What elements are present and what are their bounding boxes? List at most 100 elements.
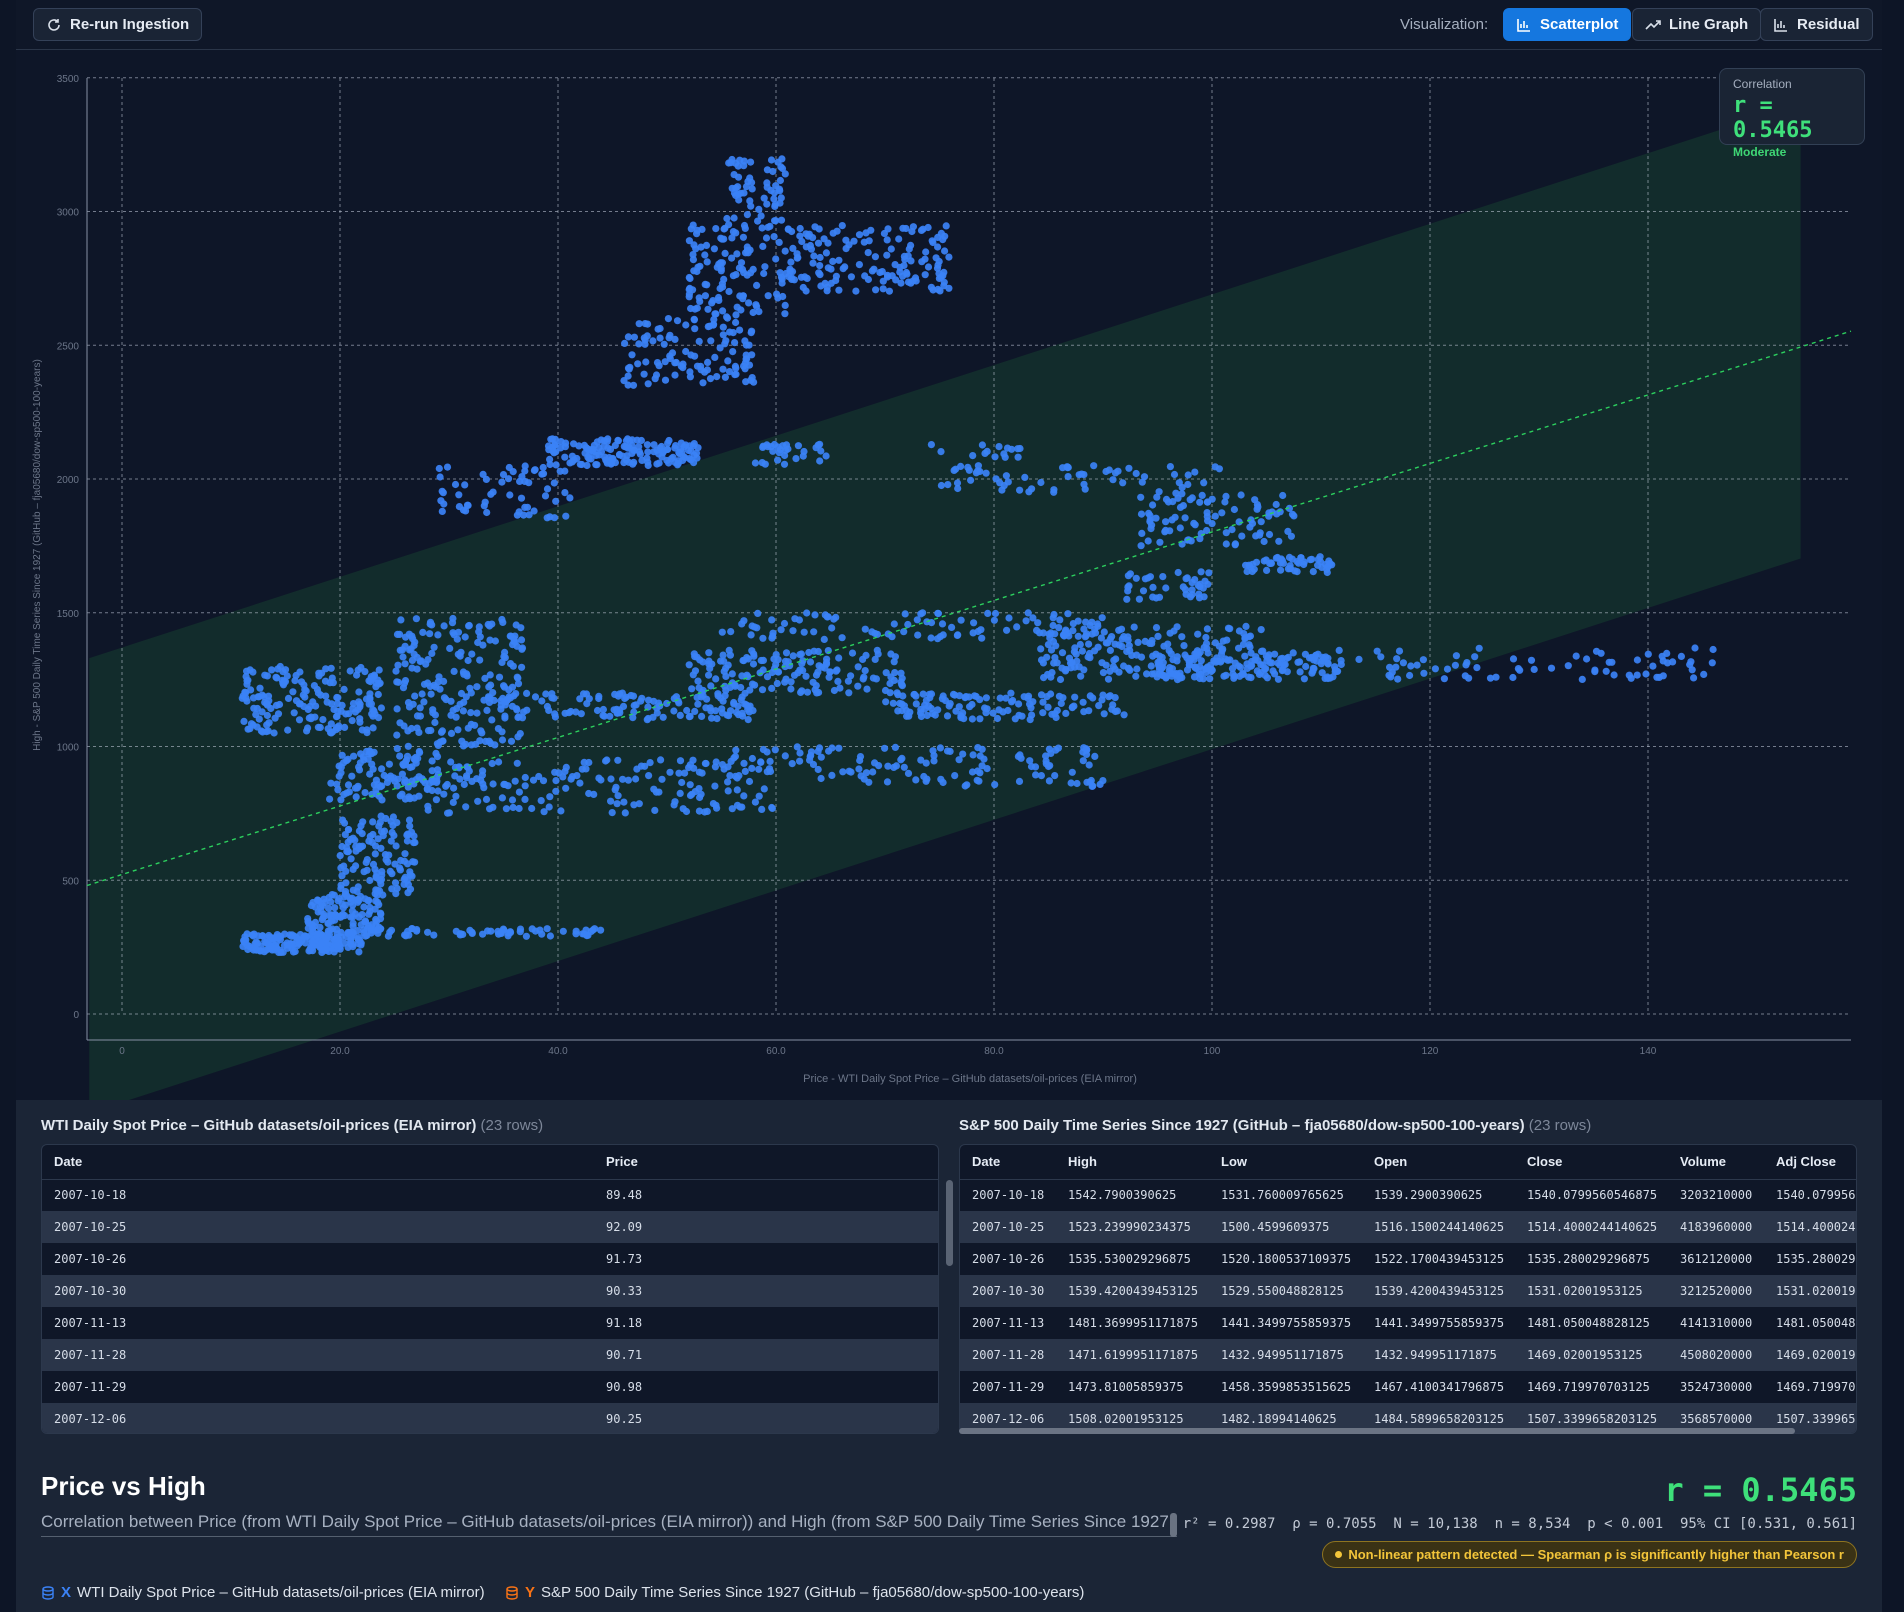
data-point: [976, 752, 984, 760]
data-point: [292, 697, 301, 705]
table-row[interactable]: 2007-11-13 1481.3699951171875 1441.3499755…: [960, 1307, 1856, 1339]
table-row[interactable]: 2007-12-06 90.25: [42, 1403, 938, 1433]
data-point: [1644, 650, 1652, 658]
data-point: [514, 713, 522, 722]
oil-table-name: WTI Daily Spot Price – GitHub datasets/o…: [41, 1117, 477, 1134]
oil-table[interactable]: Date Price 2007-10-18 89.48 2007-10-25 92.09…: [41, 1144, 939, 1434]
table-row[interactable]: 2007-11-13 91.18: [42, 1307, 938, 1339]
data-point: [261, 671, 269, 679]
description-scrollbar[interactable]: [1170, 1513, 1177, 1537]
data-point: [394, 775, 402, 783]
data-point: [839, 265, 847, 273]
column-header[interactable]: Close: [1515, 1145, 1668, 1180]
data-point: [479, 767, 487, 775]
data-point: [688, 685, 696, 693]
column-header[interactable]: Date: [960, 1145, 1056, 1180]
data-point: [666, 331, 674, 339]
table-row[interactable]: 2007-10-30 1539.4200439453125 1529.5500488…: [960, 1275, 1856, 1307]
data-point: [805, 648, 813, 657]
data-point: [809, 259, 817, 267]
rerun-ingestion-button[interactable]: Re-run Ingestion: [33, 8, 203, 41]
table-row[interactable]: 2007-10-25 1523.239990234375 1500.45996093…: [960, 1211, 1856, 1243]
data-point: [686, 761, 695, 769]
table-row[interactable]: 2007-10-26 91.73: [42, 1243, 938, 1275]
table-row[interactable]: 2007-11-28 90.71: [42, 1339, 938, 1371]
data-point: [1141, 637, 1149, 646]
sp-table-scrollbar[interactable]: [959, 1428, 1795, 1434]
table-cell: 2007-10-26: [42, 1243, 594, 1275]
data-point: [732, 229, 740, 237]
table-cell: 3212520000: [1668, 1275, 1764, 1307]
data-point: [699, 379, 707, 387]
table-row[interactable]: 2007-11-28 1471.6199951171875 1432.9499511…: [960, 1339, 1856, 1371]
data-point: [1176, 672, 1184, 681]
data-point: [577, 710, 585, 718]
data-point: [682, 321, 690, 329]
data-point: [468, 928, 476, 937]
scatterplot-button[interactable]: Scatterplot: [1503, 8, 1632, 41]
data-point: [393, 705, 401, 713]
data-point: [339, 910, 347, 919]
sp-table[interactable]: Date High Low Open Close Volume Adj Close 2007…: [959, 1144, 1857, 1434]
data-point: [764, 292, 772, 300]
data-point: [1300, 675, 1308, 683]
data-point: [679, 805, 687, 813]
data-point: [784, 225, 793, 233]
data-point: [436, 473, 444, 481]
column-header[interactable]: Date: [42, 1145, 594, 1180]
data-point: [1166, 664, 1174, 672]
data-point: [406, 795, 414, 803]
data-point: [755, 308, 763, 316]
table-row[interactable]: 2007-11-29 90.98: [42, 1371, 938, 1403]
table-row[interactable]: 2007-10-26 1535.530029296875 1520.18005371…: [960, 1243, 1856, 1275]
line-graph-button[interactable]: Line Graph: [1632, 8, 1762, 41]
data-point: [1025, 488, 1033, 496]
data-point: [927, 704, 935, 713]
data-point: [1245, 641, 1253, 649]
data-point: [521, 782, 529, 790]
data-point: [748, 754, 757, 763]
data-point: [861, 272, 869, 280]
data-point: [255, 715, 263, 723]
data-point: [1309, 568, 1317, 576]
table-row[interactable]: 2007-10-18 89.48: [42, 1179, 938, 1211]
data-point: [1051, 654, 1059, 662]
data-point: [760, 194, 768, 202]
data-point: [1230, 505, 1238, 514]
data-point: [1202, 665, 1210, 673]
data-point: [691, 707, 699, 716]
table-row[interactable]: 2007-10-25 92.09: [42, 1211, 938, 1243]
column-header[interactable]: Adj Close: [1764, 1145, 1856, 1180]
data-point: [488, 759, 496, 768]
data-point: [711, 353, 719, 361]
data-point: [334, 694, 342, 702]
data-point: [768, 616, 776, 624]
table-row[interactable]: 2007-10-18 1542.7900390625 1531.7600097656…: [960, 1179, 1856, 1211]
oil-table-scrollbar[interactable]: [946, 1180, 953, 1266]
data-point: [780, 619, 789, 628]
data-point: [848, 649, 857, 657]
nonlinear-warning-badge: Non-linear pattern detected — Spearman ρ…: [1322, 1541, 1857, 1568]
column-header[interactable]: Low: [1209, 1145, 1362, 1180]
table-cell: 89.48: [594, 1179, 938, 1211]
data-point: [797, 688, 805, 697]
data-point: [372, 874, 380, 882]
data-point: [1277, 566, 1285, 574]
data-point: [461, 481, 469, 489]
column-header[interactable]: High: [1056, 1145, 1209, 1180]
data-point: [412, 615, 420, 623]
column-header[interactable]: Price: [594, 1145, 938, 1180]
data-point: [341, 723, 349, 732]
column-header[interactable]: Volume: [1668, 1145, 1764, 1180]
data-point: [550, 514, 559, 522]
table-row[interactable]: 2007-11-29 1473.81005859375 1458.359985351…: [960, 1371, 1856, 1403]
data-point: [707, 337, 715, 345]
scatter-chart[interactable]: 0 20.0 40.0 60.0 80.0 100 120 140 0 500 1000 1500 20…: [16, 50, 1882, 1113]
residual-button[interactable]: Residual: [1760, 8, 1873, 41]
data-point: [343, 757, 351, 765]
column-header[interactable]: Open: [1362, 1145, 1515, 1180]
table-row[interactable]: 2007-10-30 90.33: [42, 1275, 938, 1307]
x-tick-label: 40.0: [548, 1046, 568, 1057]
data-point: [1104, 675, 1113, 683]
data-point: [685, 455, 693, 463]
